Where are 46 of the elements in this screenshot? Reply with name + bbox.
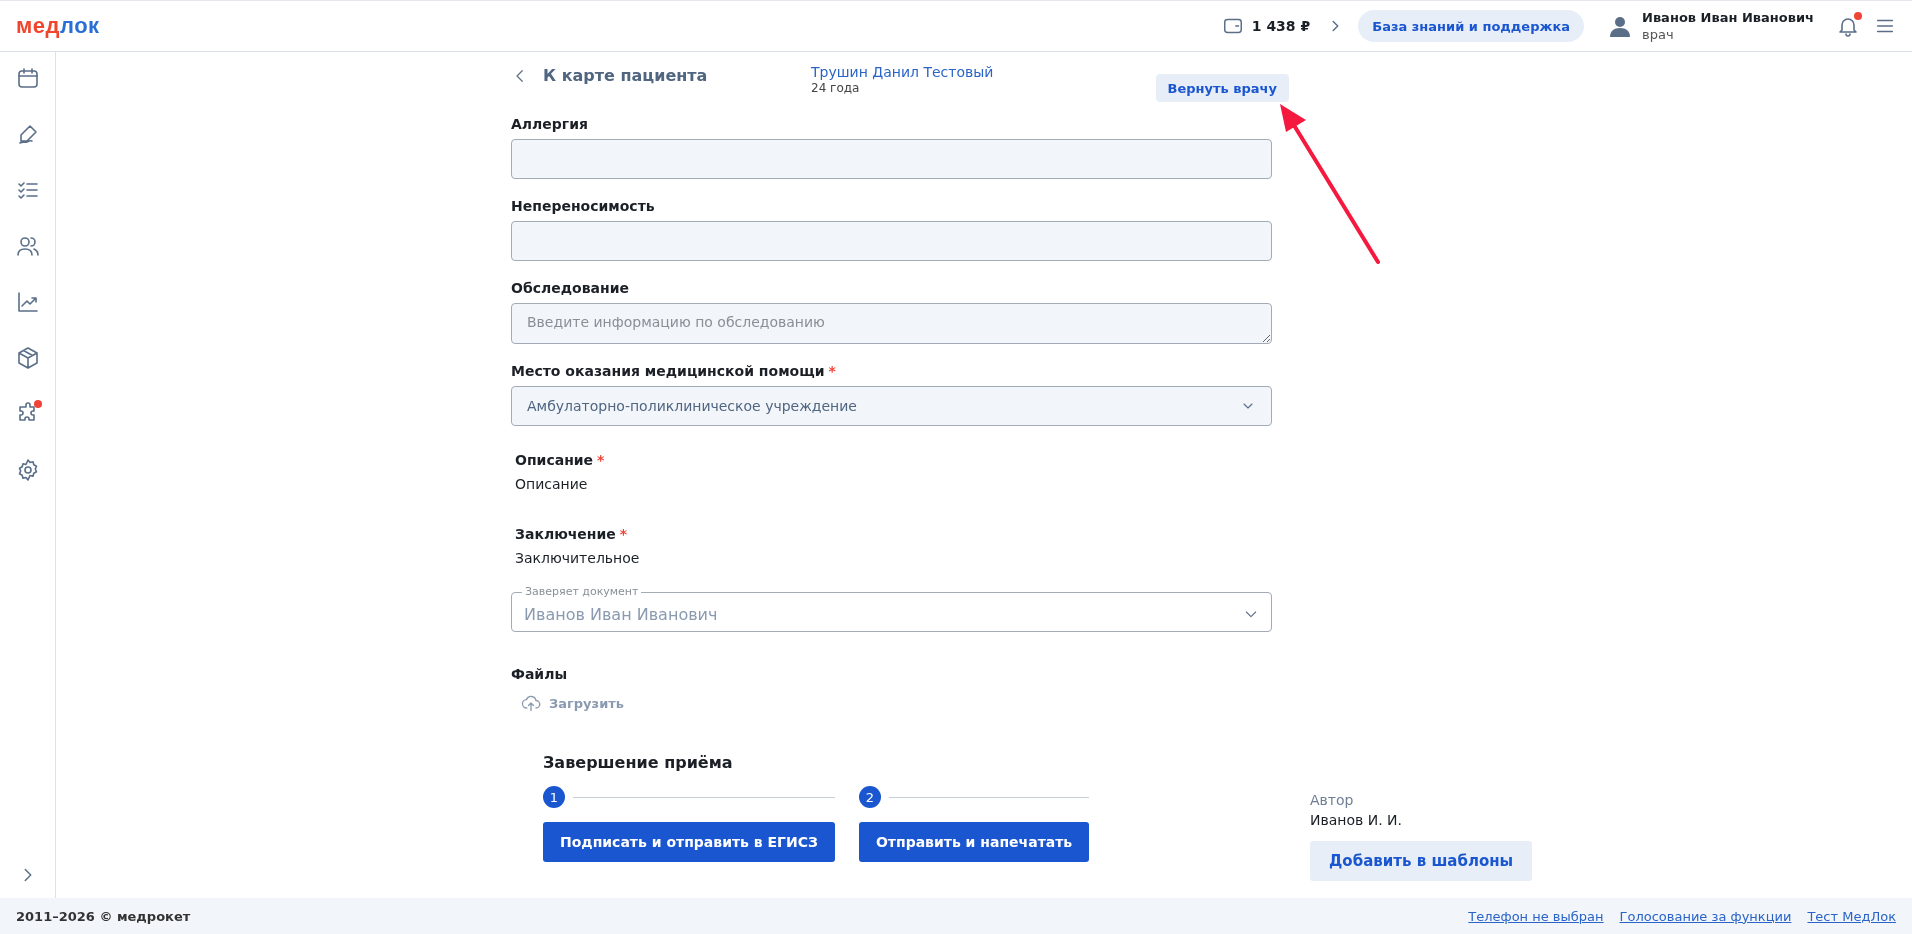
calendar-icon — [15, 66, 40, 90]
copyright: 2011–2026 © медрокет — [16, 908, 191, 924]
sidebar-item[interactable] — [15, 290, 40, 314]
field-label: Место оказания медицинской помощи * — [511, 363, 837, 379]
step-button[interactable]: Отправить и напечатать — [858, 822, 1090, 862]
field-value: Заключительное — [515, 550, 641, 566]
return-button[interactable]: Вернуть врачу — [1155, 74, 1289, 102]
users-icon — [15, 234, 40, 258]
field-label: Непереносимость — [511, 198, 656, 214]
chart-icon — [15, 290, 40, 314]
step-button[interactable]: Подписать и отправить в ЕГИСЗ — [543, 822, 835, 862]
input-field[interactable] — [511, 221, 1272, 261]
upload-button[interactable]: Загрузить — [511, 689, 624, 713]
footer-link[interactable]: Голосование за функции — [1619, 908, 1792, 924]
field-label: Обследование — [511, 280, 630, 296]
user-role: врач — [1642, 27, 1675, 42]
field-value: Описание — [515, 476, 589, 492]
help-button[interactable]: База знаний и поддержка — [1358, 10, 1584, 42]
sidebar-item[interactable] — [15, 234, 40, 258]
field-label: Аллергия — [511, 116, 589, 132]
footer-link[interactable]: Телефон не выбран — [1468, 908, 1604, 924]
field-label: Описание * — [515, 452, 606, 468]
field-label: Файлы — [511, 666, 569, 682]
user-name: Иванов Иван Иванович — [1642, 10, 1814, 25]
box-icon — [15, 346, 40, 370]
footer-link[interactable]: Тест МедЛок — [1807, 908, 1896, 924]
patient-age: 24 года — [811, 81, 861, 95]
section-title: Завершение приёма — [543, 753, 734, 772]
balance[interactable]: 1 438 ₽ — [1251, 18, 1311, 34]
step-number: 1 — [543, 786, 565, 808]
author-label: Автор — [1310, 792, 1354, 808]
author-name: Иванов И. И. — [1310, 812, 1403, 828]
field-label: Заключение * — [515, 526, 629, 542]
sidebar-item[interactable] — [15, 66, 40, 90]
sidebar-item[interactable] — [15, 346, 40, 370]
notifications-button[interactable] — [1836, 14, 1860, 38]
back-link[interactable]: К карте пациента — [511, 62, 811, 85]
avatar-icon[interactable] — [1608, 14, 1632, 38]
step-number: 2 — [858, 786, 881, 808]
template-button[interactable]: Добавить в шаблоны — [1310, 841, 1533, 881]
select-field[interactable]: Амбулаторно-поликлиническое учреждение — [511, 386, 1272, 426]
text-area[interactable]: Введите информацию по обследованию — [511, 303, 1272, 344]
input-field[interactable] — [511, 139, 1272, 179]
logo[interactable]: медлок — [16, 13, 100, 39]
patient-name[interactable]: Трушин Данил Тестовый — [811, 64, 994, 80]
upload-icon — [521, 693, 541, 713]
